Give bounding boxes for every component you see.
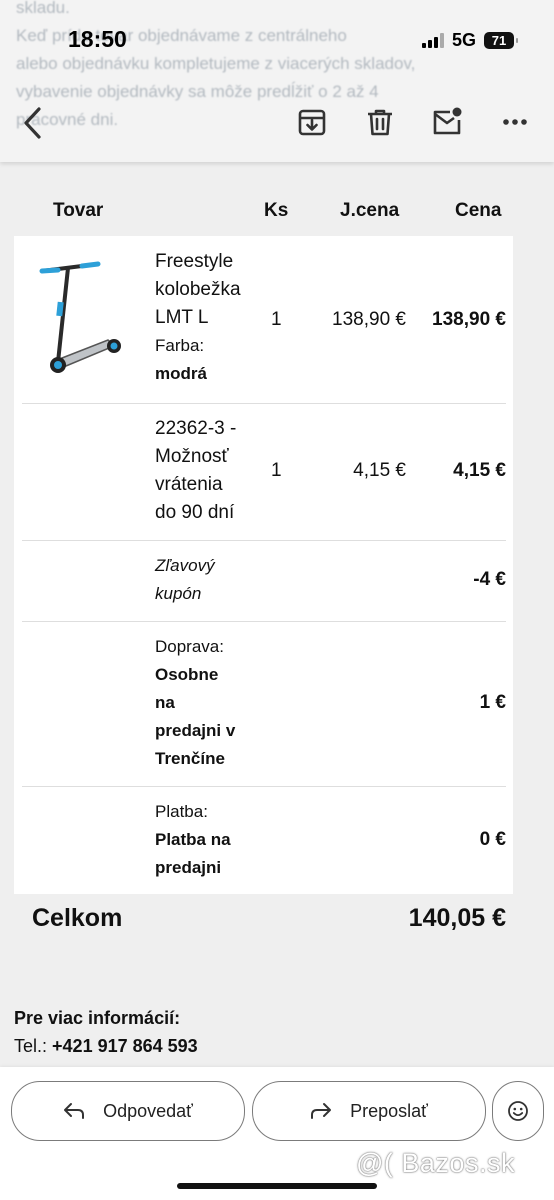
- forward-label: Preposlať: [350, 1100, 428, 1121]
- network-type: 5G: [451, 30, 476, 50]
- info-title: Pre viac informácií:: [14, 1008, 181, 1028]
- forward-icon: [311, 1103, 332, 1119]
- total-label: Celkom: [32, 904, 123, 932]
- product-name: Freestyle kolobežka LMT L Farba: modrá: [155, 248, 255, 388]
- product-name-line: vrátenia: [155, 474, 223, 495]
- payment-price: 0 €: [479, 829, 506, 850]
- back-arrow-icon[interactable]: [20, 106, 46, 140]
- shipping-value-line: Osobne: [155, 665, 219, 684]
- coupon-price: -4 €: [473, 569, 506, 590]
- emoji-reaction-button[interactable]: [492, 1081, 544, 1141]
- background-text-line: skladu.: [16, 0, 70, 17]
- email-body: Tovar Ks J.cena Cena Freestyle kolobežka…: [0, 162, 554, 1072]
- product-name-line: kolobežka: [155, 279, 241, 300]
- total-value: 140,05 €: [408, 904, 506, 932]
- payment-label: Platba:: [155, 802, 208, 821]
- coupon-label: Zľavový kupón: [155, 552, 255, 608]
- coupon-label-line: Zľavový: [155, 556, 215, 575]
- background-text-line: vybavenie objednávky sa môže predĺžiť o …: [16, 82, 379, 101]
- product-name-line: LMT L: [155, 307, 209, 328]
- unit-price: 4,15 €: [353, 460, 406, 481]
- coupon-label-line: kupón: [155, 584, 202, 603]
- shipping-label: Doprava:: [155, 637, 224, 656]
- status-time: 18:50: [68, 26, 127, 52]
- reply-icon: [64, 1103, 85, 1119]
- column-header-qty: Ks: [264, 200, 289, 221]
- bazos-watermark: @( Bazos.sk: [356, 1148, 515, 1178]
- product-name-line: Možnosť: [155, 446, 229, 467]
- line-price: 138,90 €: [432, 309, 506, 330]
- shipping-value-line: predajni v: [155, 721, 236, 740]
- shipping-price: 1 €: [479, 692, 506, 713]
- product-name-line: 22362-3 -: [155, 418, 237, 439]
- phone-number[interactable]: +421 917 864 593: [52, 1036, 198, 1056]
- quantity: 1: [271, 309, 282, 330]
- reply-label: Odpovedať: [103, 1100, 193, 1121]
- column-header-product: Tovar: [53, 200, 104, 221]
- table-row: Freestyle kolobežka LMT L Farba: modrá 1…: [22, 236, 506, 404]
- order-table: Freestyle kolobežka LMT L Farba: modrá 1…: [14, 236, 513, 894]
- forward-button[interactable]: Preposlať: [252, 1081, 486, 1141]
- more-icon[interactable]: [500, 106, 532, 138]
- product-name: 22362-3 - Možnosť vrátenia do 90 dní: [155, 415, 255, 527]
- line-price: 4,15 €: [453, 460, 506, 481]
- phone-line: Tel.: +421 917 864 593: [14, 1032, 198, 1060]
- unit-price: 138,90 €: [332, 309, 406, 330]
- archive-icon[interactable]: [296, 106, 328, 138]
- product-name-line: do 90 dní: [155, 502, 235, 523]
- scooter-image: [39, 261, 121, 373]
- mail-unread-icon[interactable]: [431, 106, 463, 138]
- background-text-line: alebo objednávku kompletujeme z viacerýc…: [16, 54, 416, 73]
- table-row: Platba: Platba na predajni 0 €: [22, 786, 506, 894]
- status-indicators: 5G 71: [421, 30, 518, 51]
- column-header-unit-price: J.cena: [340, 200, 400, 221]
- color-label: Farba:: [155, 336, 205, 355]
- home-indicator[interactable]: [177, 1183, 377, 1189]
- quantity: 1: [271, 460, 282, 481]
- shipping-value-line: Trenčíne: [155, 749, 225, 768]
- product-name-line: Freestyle: [155, 251, 234, 272]
- phone-label: Tel.:: [14, 1036, 48, 1056]
- reply-button[interactable]: Odpovedať: [11, 1081, 245, 1141]
- top-app-bar: skladu. Keď príde tovar objednávame z ce…: [0, 0, 554, 162]
- table-row: Zľavový kupón -4 €: [22, 540, 506, 622]
- shipping-value-line: na: [155, 693, 175, 712]
- trash-icon[interactable]: [364, 106, 396, 138]
- payment-value-line: predajni: [155, 858, 222, 877]
- shipping-info: Doprava: Osobne na predajni v Trenčíne: [155, 633, 255, 773]
- payment-info: Platba: Platba na predajni: [155, 798, 255, 882]
- battery-level: 71: [491, 33, 507, 48]
- battery-icon: 71: [484, 32, 518, 49]
- color-value: modrá: [155, 364, 207, 383]
- payment-value-line: Platba na: [155, 830, 231, 849]
- signal-icon: [421, 33, 444, 48]
- bottom-action-bar: Odpovedať Preposlať: [0, 1067, 554, 1200]
- smiley-icon: [508, 1101, 528, 1121]
- table-row: 22362-3 - Možnosť vrátenia do 90 dní 1 4…: [22, 403, 506, 541]
- table-row: Doprava: Osobne na predajni v Trenčíne 1…: [22, 621, 506, 787]
- column-header-price: Cena: [455, 200, 502, 221]
